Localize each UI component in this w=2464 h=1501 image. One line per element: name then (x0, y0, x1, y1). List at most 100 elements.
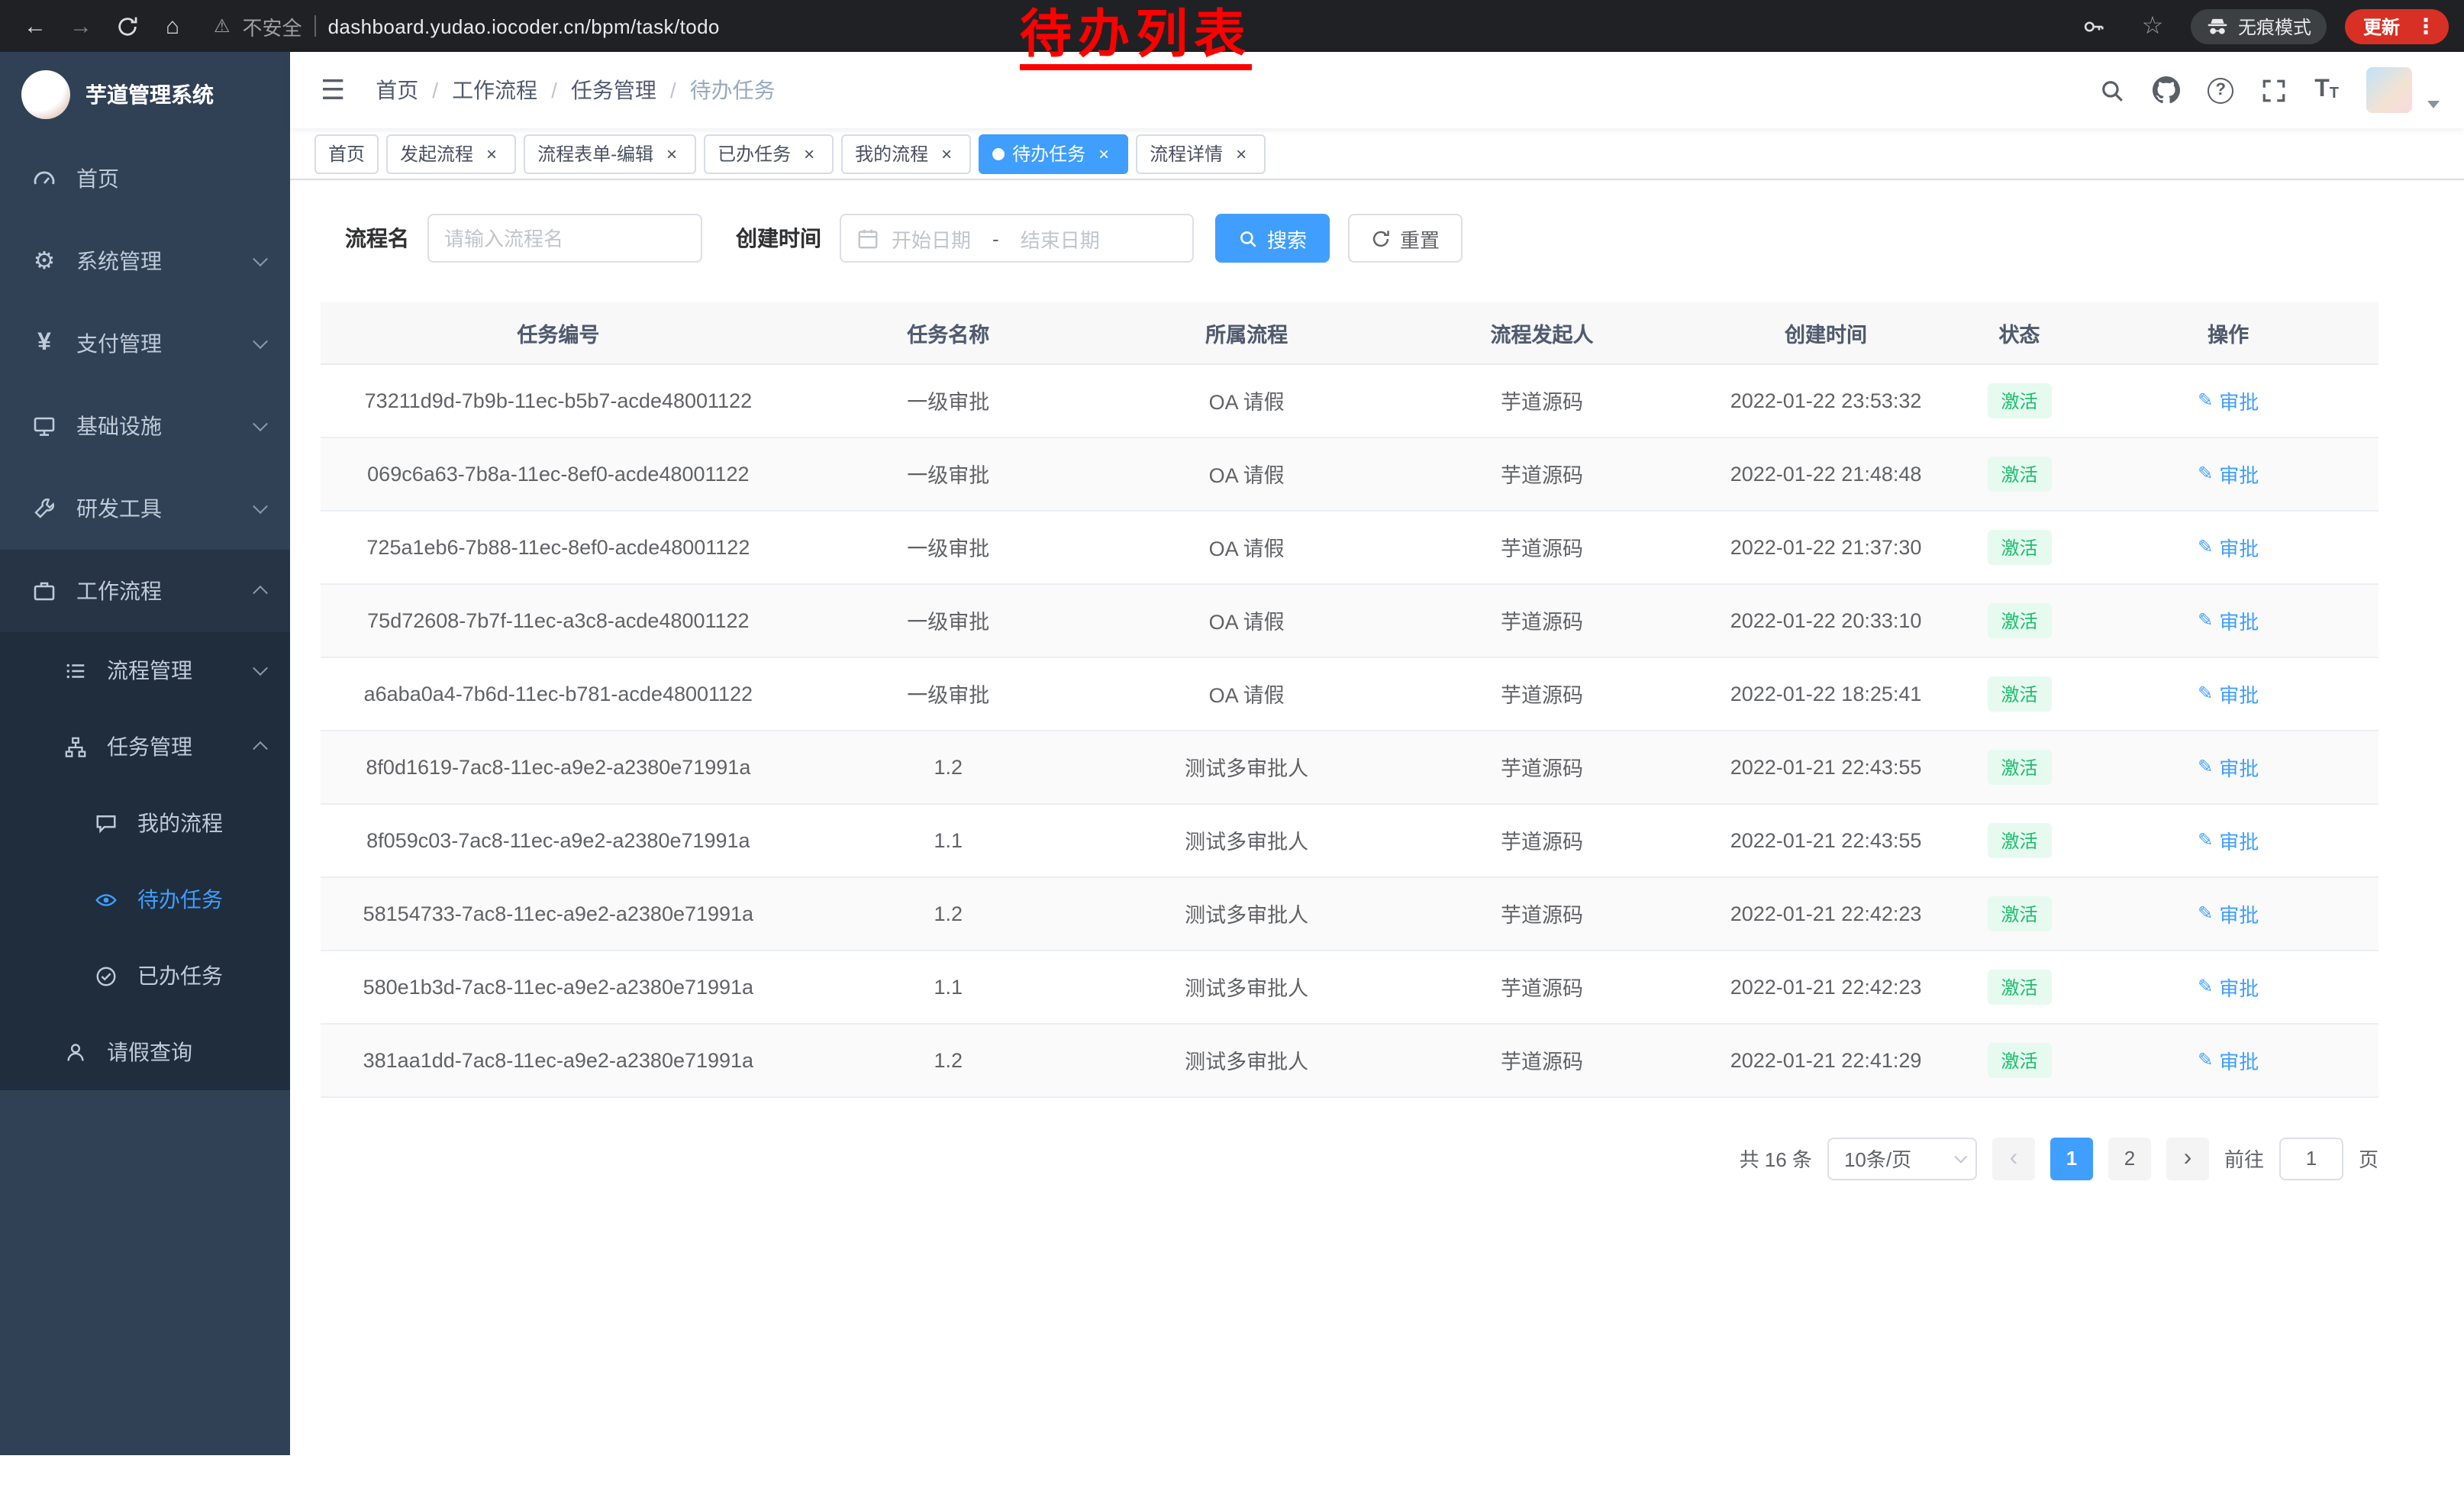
hamburger-icon[interactable]: ☰ (314, 74, 351, 106)
sidebar-item-process-management[interactable]: 流程管理 (0, 632, 290, 709)
kebab-menu-icon[interactable]: ⋮ (2409, 13, 2443, 39)
browser-back-icon[interactable]: ← (15, 6, 55, 46)
key-icon[interactable] (2075, 6, 2114, 46)
approve-link[interactable]: ✎︎审批 (2198, 972, 2259, 1001)
tab-home[interactable]: 首页 (314, 134, 379, 173)
approve-link-label: 审批 (2219, 1045, 2259, 1074)
sidebar-item-infrastructure[interactable]: 基础设施 (0, 385, 290, 467)
cell-task-id: 069c6a63-7b8a-11ec-8ef0-acde48001122 (321, 437, 796, 510)
search-button[interactable]: 搜索 (1215, 214, 1330, 263)
page-button-2[interactable]: 2 (2108, 1137, 2151, 1180)
table-row: 069c6a63-7b8a-11ec-8ef0-acde48001122 一级审… (321, 437, 2379, 510)
sidebar-item-home[interactable]: 首页 (0, 137, 290, 220)
tab-close-icon[interactable]: × (936, 143, 957, 164)
sidebar-item-my-processes[interactable]: 我的流程 (0, 785, 290, 861)
browser-forward-icon[interactable]: → (61, 6, 101, 46)
tab-close-icon[interactable]: × (798, 143, 820, 164)
tab-my-processes[interactable]: 我的流程 × (841, 134, 971, 173)
avatar[interactable] (2366, 67, 2412, 113)
cell-task-name: 一级审批 (796, 657, 1101, 730)
reset-button[interactable]: 重置 (1348, 214, 1463, 263)
approve-link-label: 审批 (2219, 605, 2259, 634)
approve-link-label: 审批 (2219, 386, 2259, 415)
sidebar: 芋道管理系统 首页 ⚙︎ 系统管理 ¥ 支付管理 (0, 52, 290, 1455)
page-size-select[interactable]: 10条/页 (1827, 1137, 1977, 1180)
address-bar[interactable]: ⚠︎ 不安全 dashboard.yudao.iocoder.cn/bpm/ta… (214, 11, 720, 40)
prev-page-button[interactable]: ‹ (1992, 1137, 2035, 1180)
approve-link[interactable]: ✎︎审批 (2198, 532, 2259, 561)
github-icon[interactable] (2153, 76, 2180, 104)
tab-close-icon[interactable]: × (1093, 143, 1114, 164)
date-range-picker[interactable]: 开始日期 - 结束日期 (840, 214, 1194, 263)
yen-icon: ¥ (31, 330, 58, 357)
approve-link[interactable]: ✎︎审批 (2198, 605, 2259, 634)
status-badge: 激活 (1987, 969, 2051, 1004)
edit-icon: ✎︎ (2198, 389, 2213, 411)
browser-refresh-icon[interactable] (107, 6, 147, 46)
approve-link[interactable]: ✎︎审批 (2198, 825, 2259, 854)
sidebar-item-done-tasks[interactable]: 已办任务 (0, 938, 290, 1014)
cell-created: 2022-01-22 18:25:41 (1691, 657, 1960, 730)
sidebar-item-task-management[interactable]: 任务管理 (0, 709, 290, 785)
eye-icon (92, 888, 119, 911)
top-navbar: ☰ 首页 / 工作流程 / 任务管理 / 待办任务 ? TT (290, 52, 2464, 128)
cell-task-name: 1.2 (796, 730, 1101, 803)
status-badge: 激活 (1987, 822, 2051, 857)
chevron-down-icon (253, 251, 268, 266)
tab-process-detail[interactable]: 流程详情 × (1136, 134, 1266, 173)
next-page-button[interactable]: › (2166, 1137, 2209, 1180)
approve-link[interactable]: ✎︎审批 (2198, 1045, 2259, 1074)
status-badge: 激活 (1987, 749, 2051, 784)
address-separator (314, 15, 316, 37)
cell-process: OA 请假 (1101, 657, 1393, 730)
sidebar-item-dev-tools[interactable]: 研发工具 (0, 467, 290, 550)
sidebar-item-leave-query[interactable]: 请假查询 (0, 1014, 290, 1090)
update-button[interactable]: 更新 ⋮ (2345, 8, 2449, 44)
chevron-down-icon (253, 416, 268, 431)
sidebar-item-label: 系统管理 (76, 246, 162, 276)
end-date-placeholder: 结束日期 (1021, 224, 1100, 253)
tab-initiate-process[interactable]: 发起流程 × (386, 134, 516, 173)
tab-close-icon[interactable]: × (481, 143, 502, 164)
sidebar-item-system-management[interactable]: ⚙︎ 系统管理 (0, 220, 290, 302)
cell-created: 2022-01-21 22:43:55 (1691, 803, 1960, 876)
app-logo-row: 芋道管理系统 (0, 52, 290, 137)
page-button-1[interactable]: 1 (2050, 1137, 2093, 1180)
approve-link[interactable]: ✎︎ 审批 (2198, 386, 2259, 415)
bookmark-star-icon[interactable]: ☆ (2133, 6, 2172, 46)
incognito-label: 无痕模式 (2238, 13, 2311, 39)
table-row: 58154733-7ac8-11ec-a9e2-a2380e71991a 1.2… (321, 876, 2379, 950)
cell-created: 2022-01-21 22:43:55 (1691, 730, 1960, 803)
sidebar-item-workflow[interactable]: 工作流程 (0, 550, 290, 632)
sidebar-item-payment-management[interactable]: ¥ 支付管理 (0, 302, 290, 385)
breadcrumb-workflow[interactable]: 工作流程 (452, 75, 537, 105)
search-icon[interactable] (2099, 77, 2125, 103)
approve-link[interactable]: ✎︎审批 (2198, 899, 2259, 928)
browser-home-icon[interactable]: ⌂ (153, 6, 192, 46)
tab-close-icon[interactable]: × (1230, 143, 1252, 164)
cell-task-name: 一级审批 (796, 437, 1101, 510)
incognito-icon (2206, 15, 2229, 37)
sidebar-item-todo-tasks[interactable]: 待办任务 (0, 861, 290, 938)
approve-link[interactable]: ✎︎审批 (2198, 459, 2259, 488)
approve-link[interactable]: ✎︎审批 (2198, 752, 2259, 781)
breadcrumb-home[interactable]: 首页 (376, 75, 418, 105)
sidebar-item-label: 待办任务 (137, 884, 223, 915)
caret-down-icon[interactable] (2427, 100, 2440, 108)
calendar-icon (856, 227, 879, 250)
page-size-value: 10条/页 (1844, 1144, 1911, 1173)
tab-todo-tasks[interactable]: 待办任务 × (979, 134, 1128, 173)
breadcrumb: 首页 / 工作流程 / 任务管理 / 待办任务 (376, 75, 775, 105)
tab-process-form-edit[interactable]: 流程表单-编辑 × (524, 134, 696, 173)
tab-close-icon[interactable]: × (661, 143, 682, 164)
security-label: 不安全 (243, 11, 302, 40)
approve-link[interactable]: ✎︎审批 (2198, 679, 2259, 708)
tab-done-tasks[interactable]: 已办任务 × (704, 134, 834, 173)
help-icon[interactable]: ? (2208, 77, 2233, 103)
font-size-icon[interactable]: TT (2314, 78, 2339, 102)
fullscreen-icon[interactable] (2261, 77, 2287, 103)
process-name-input[interactable] (427, 214, 702, 263)
breadcrumb-task-management[interactable]: 任务管理 (571, 75, 656, 105)
tab-label: 流程表单-编辑 (537, 140, 653, 166)
goto-page-input[interactable] (2279, 1137, 2343, 1180)
